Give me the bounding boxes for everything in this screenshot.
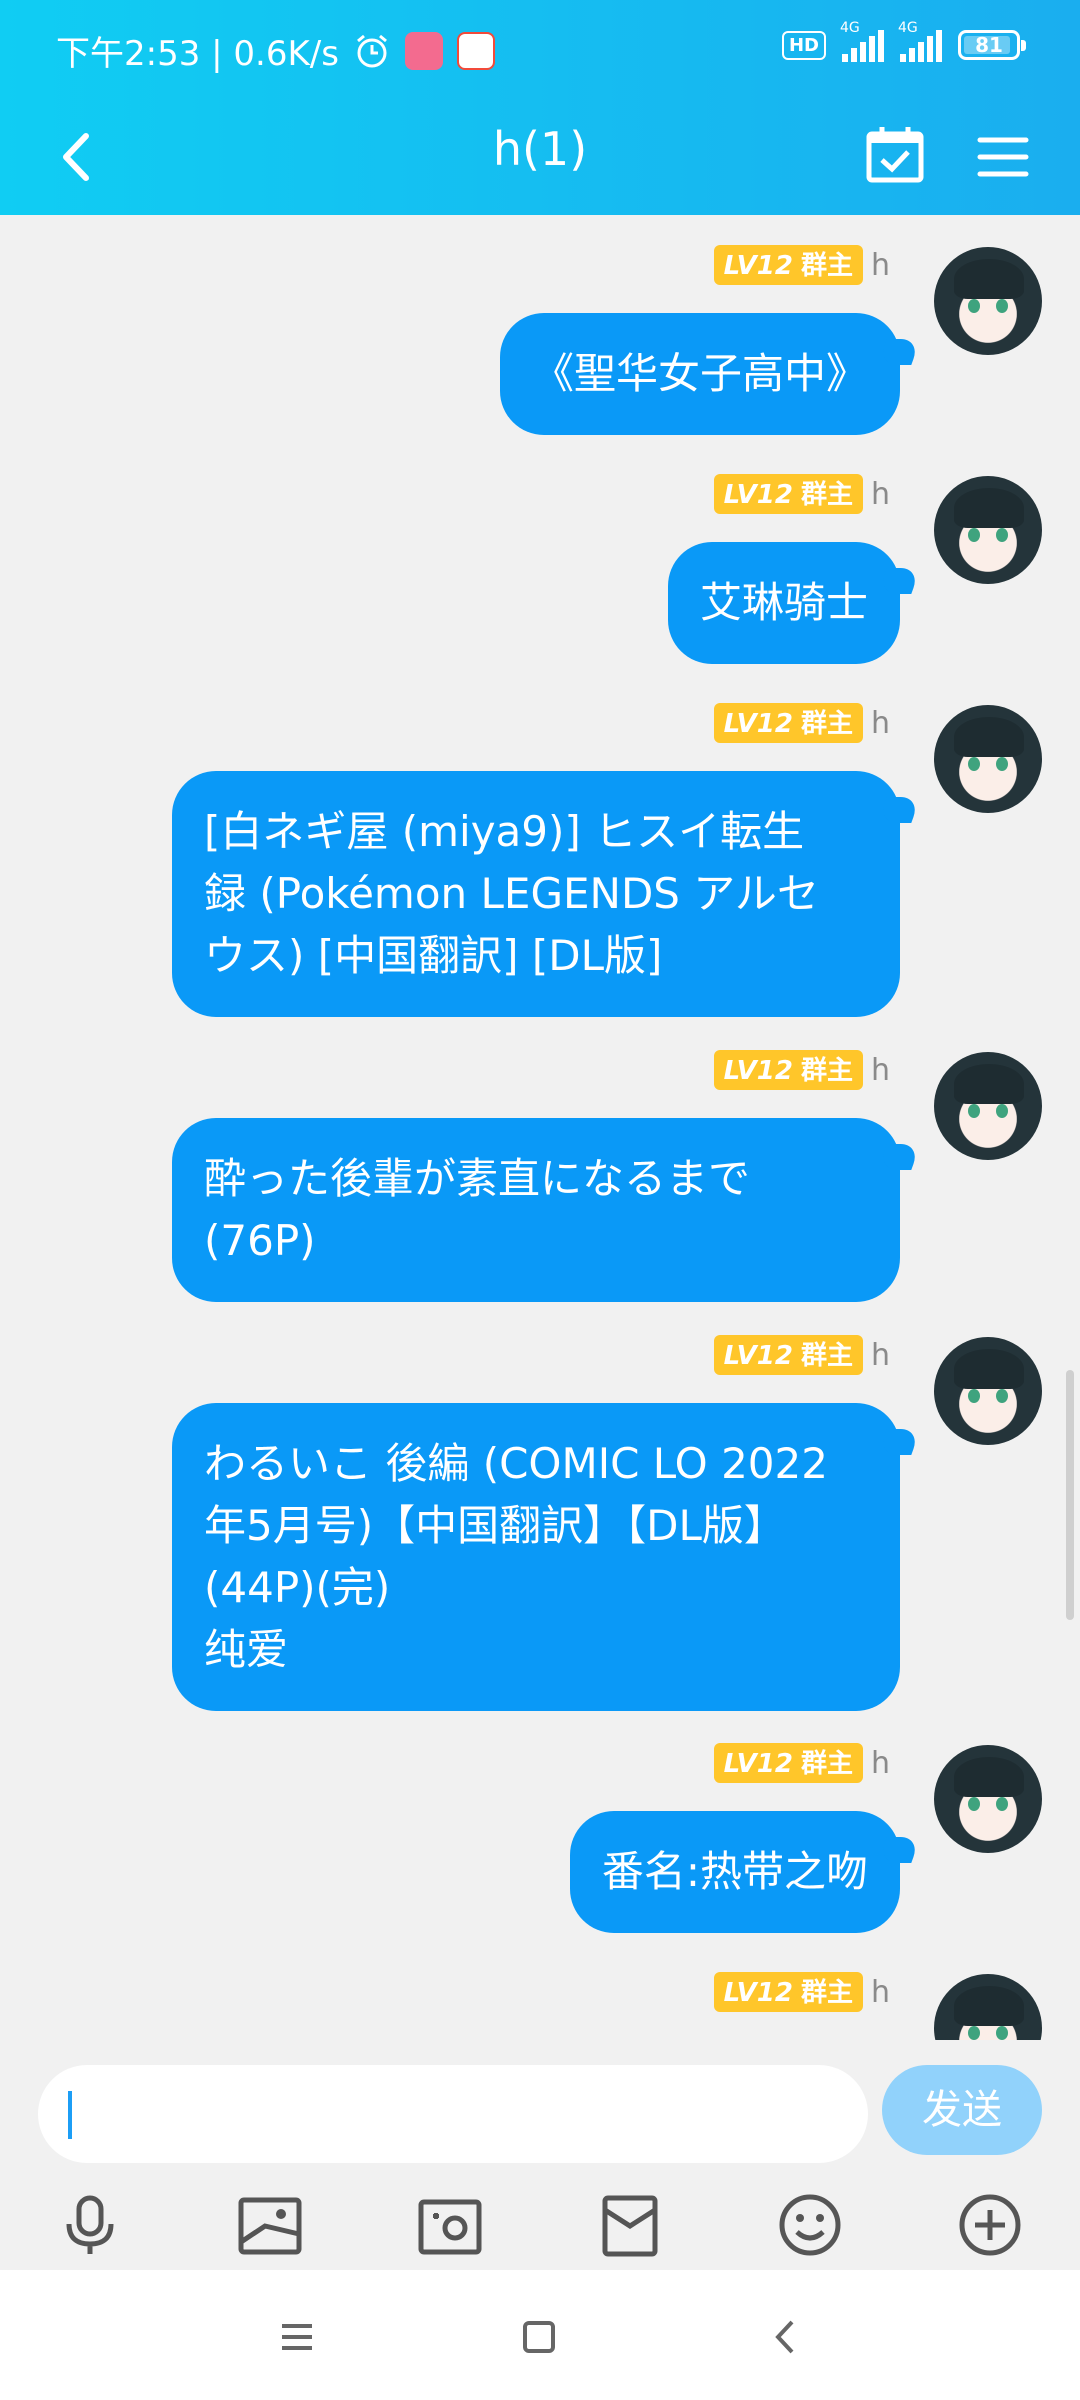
badge-role: 群主 — [800, 1056, 853, 1086]
message-meta: LV12 群主 h — [713, 703, 890, 743]
camera-icon[interactable] — [415, 2190, 485, 2260]
badge-level: LV12 — [723, 1056, 793, 1086]
message-meta: LV12 群主 h — [713, 1743, 890, 1783]
menu-icon[interactable] — [968, 122, 1038, 192]
badge-level: LV12 — [723, 709, 793, 739]
avatar[interactable] — [934, 1337, 1042, 1445]
system-back-icon[interactable] — [760, 2310, 814, 2364]
chat-message-list[interactable]: LV12 群主 h 《聖华女子高中》 LV12 群主 h 艾琳骑士 LV12 群主 h… — [0, 215, 1080, 2040]
sender-name: h — [870, 1745, 890, 1781]
net-type-1: 4G — [840, 20, 860, 36]
avatar[interactable] — [934, 1745, 1042, 1853]
level-badge: LV12 群主 — [713, 1743, 863, 1783]
scrollbar[interactable] — [1066, 1370, 1074, 1620]
top-bar: 下午2:53 | 0.6K/s HD 4G 4G 81 h(1) — [0, 0, 1080, 215]
badge-level: LV12 — [723, 1341, 793, 1371]
level-badge: LV12 群主 — [713, 1050, 863, 1090]
badge-role: 群主 — [800, 480, 853, 510]
avatar[interactable] — [934, 476, 1042, 584]
avatar[interactable] — [934, 1974, 1042, 2040]
plus-icon[interactable] — [955, 2190, 1025, 2260]
battery-icon: 81 — [958, 30, 1026, 60]
calendar-check-icon[interactable] — [860, 120, 930, 190]
level-badge: LV12 群主 — [713, 1335, 863, 1375]
sender-name: h — [870, 1974, 890, 2010]
avatar[interactable] — [934, 705, 1042, 813]
badge-role: 群主 — [800, 251, 853, 281]
alarm-icon — [357, 34, 387, 67]
message-bubble[interactable]: 艾琳骑士 — [667, 542, 900, 664]
level-badge: LV12 群主 — [713, 703, 863, 743]
status-left: 下午2:53 | 0.6K/s — [56, 26, 495, 75]
badge-role: 群主 — [800, 1978, 853, 2008]
system-navigation-bar — [0, 2270, 1080, 2400]
avatar[interactable] — [934, 1052, 1042, 1160]
nav-bar: h(1) — [0, 100, 1080, 215]
signal-icon-1: 4G — [840, 20, 884, 62]
message-bubble[interactable]: 《聖华女子高中》 — [499, 313, 900, 435]
badge-level: LV12 — [723, 1749, 793, 1779]
badge-level: LV12 — [723, 1978, 793, 2008]
sender-name: h — [870, 476, 890, 512]
send-button[interactable]: 发送 — [882, 2065, 1042, 2155]
message-meta: LV12 群主 h — [713, 1050, 890, 1090]
level-badge: LV12 群主 — [713, 474, 863, 514]
sender-name: h — [870, 705, 890, 741]
recent-apps-icon[interactable] — [270, 2310, 324, 2364]
status-bar: 下午2:53 | 0.6K/s HD 4G 4G 81 — [0, 0, 1080, 100]
image-icon[interactable] — [235, 2190, 305, 2260]
red-packet-icon[interactable] — [595, 2190, 665, 2260]
badge-role: 群主 — [800, 1749, 853, 1779]
home-icon[interactable] — [512, 2310, 566, 2364]
toolbar — [0, 2180, 1080, 2270]
message-meta: LV12 群主 h — [713, 1972, 890, 2012]
sender-name: h — [870, 1052, 890, 1088]
message-bubble[interactable]: 酔った後輩が素直になるまで (76P) — [172, 1118, 900, 1302]
composer: 发送 — [0, 2040, 1080, 2270]
net-type-2: 4G — [898, 20, 918, 36]
message-meta: LV12 群主 h — [713, 474, 890, 514]
message-meta: LV12 群主 h — [713, 245, 890, 285]
message-bubble[interactable]: [白ネギ屋 (miya9)] ヒスイ転生 録 (Pokémon LEGENDS … — [172, 771, 900, 1017]
battery-level: 81 — [975, 33, 1003, 57]
sender-name: h — [870, 1337, 890, 1373]
message-input[interactable] — [38, 2065, 868, 2163]
status-time-speed: 下午2:53 | 0.6K/s — [56, 34, 339, 74]
hd-voice-icon: HD — [781, 30, 826, 60]
message-bubble[interactable]: わるいこ 後編 (COMIC LO 2022 年5月号)【中国翻訳】【DL版】 … — [172, 1403, 900, 1711]
badge-level: LV12 — [723, 480, 793, 510]
message-meta: LV12 群主 h — [713, 1335, 890, 1375]
text-caret — [68, 2091, 72, 2139]
avatar[interactable] — [934, 247, 1042, 355]
badge-role: 群主 — [800, 709, 853, 739]
microphone-icon[interactable] — [55, 2190, 125, 2260]
level-badge: LV12 群主 — [713, 1972, 863, 2012]
badge-level: LV12 — [723, 251, 793, 281]
app-notification-icon-2 — [456, 31, 495, 70]
badge-role: 群主 — [800, 1341, 853, 1371]
app-notification-icon — [404, 31, 443, 70]
emoji-icon[interactable] — [775, 2190, 845, 2260]
level-badge: LV12 群主 — [713, 245, 863, 285]
message-bubble[interactable]: 番名:热带之吻 — [569, 1811, 900, 1933]
sender-name: h — [870, 247, 890, 283]
signal-icon-2: 4G — [898, 20, 942, 62]
status-right: HD 4G 4G 81 — [781, 20, 1026, 62]
